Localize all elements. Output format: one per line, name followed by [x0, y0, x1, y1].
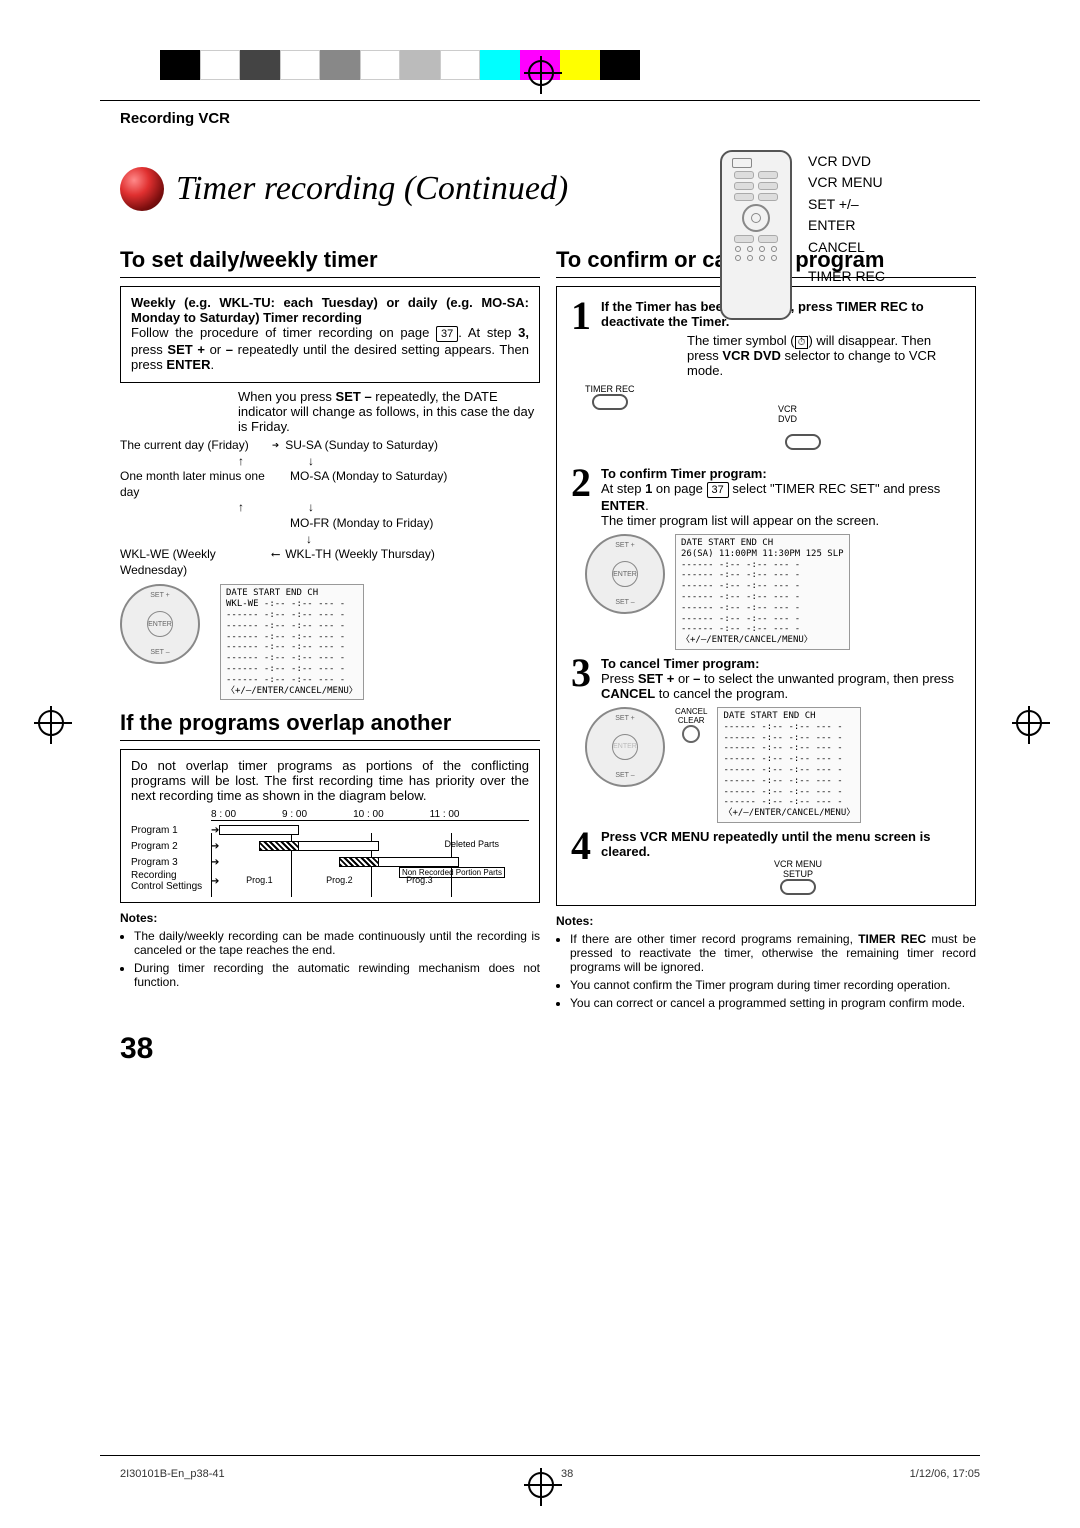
footer-file: 2I30101B-En_p38-41: [120, 1468, 225, 1480]
registration-mark-left: [38, 710, 64, 736]
step2-diagram: SET + SET – ENTER DATE START END CH 26(S…: [585, 534, 965, 650]
follow-text: Follow the procedure of timer recording …: [131, 325, 529, 372]
label-enter: ENTER: [808, 218, 885, 233]
page-number: 38: [120, 1032, 980, 1066]
remote-labels: VCR DVD VCR MENU SET +/– ENTER CANCEL TI…: [808, 154, 885, 290]
label-cancel: CANCEL: [808, 240, 885, 255]
step1-sub: The timer symbol (⏱) will disappear. The…: [687, 333, 965, 378]
display-table-2: DATE START END CH 26(SA) 11:00PM 11:30PM…: [675, 534, 850, 650]
page-ref-37: 37: [436, 326, 458, 342]
crop-line-top: [100, 100, 980, 101]
page-title: Timer recording (Continued): [176, 170, 568, 208]
remote-icon: [720, 150, 792, 320]
overlap-box: Do not overlap timer programs as portion…: [120, 749, 540, 903]
red-sphere-icon: [120, 167, 164, 211]
registration-mark-top: [528, 60, 554, 86]
set-timer-box: Weekly (e.g. WKL-TU: each Tuesday) or da…: [120, 286, 540, 383]
overlap-body: Do not overlap timer programs as portion…: [131, 758, 529, 803]
footer-date: 1/12/06, 17:05: [910, 1468, 980, 1480]
menu-button-icon: [780, 879, 816, 895]
footer-page: 38: [561, 1468, 573, 1480]
vcr-menu-label: VCR MENU SETUP: [631, 859, 965, 895]
crop-line-bottom: [100, 1455, 980, 1456]
page-content: Recording VCR Timer recording (Continued…: [120, 110, 980, 1066]
section-header: Recording VCR: [120, 110, 980, 127]
registration-mark-right: [1016, 710, 1042, 736]
heading-overlap: If the programs overlap another: [120, 710, 540, 741]
step-4: 4 Press VCR MENU repeatedly until the me…: [567, 829, 965, 895]
printer-color-bar: [160, 50, 640, 80]
navpad-icon-3: SET + SET – ENTER: [585, 707, 665, 787]
label-timer-rec: TIMER REC: [808, 269, 885, 284]
heading-set-timer: To set daily/weekly timer: [120, 247, 540, 278]
timer-rec-button-icon: [592, 394, 628, 410]
weekly-lead: Weekly (e.g. WKL-TU: each Tuesday) or da…: [131, 295, 529, 325]
step-3: 3 To cancel Timer program: Press SET + o…: [567, 656, 965, 701]
right-notes: Notes: If there are other timer record p…: [556, 914, 976, 1010]
right-column: To confirm or cancel a program 1 If the …: [556, 237, 976, 1014]
footer: 2I30101B-En_p38-41 38 1/12/06, 17:05: [120, 1468, 980, 1480]
date-flow-diagram: The current day (Friday)➔ SU-SA (Sunday …: [120, 438, 540, 578]
left-column: To set daily/weekly timer Weekly (e.g. W…: [120, 237, 540, 1014]
step1-diagram: TIMER REC VCR DVD: [585, 384, 965, 460]
label-vcr-menu: VCR MENU: [808, 175, 885, 190]
display-table-3: DATE START END CH ------ -:-- -:-- --- -…: [717, 707, 861, 823]
set-minus-note: When you press SET – repeatedly, the DAT…: [238, 389, 540, 434]
overlap-gantt: 8 : 009 : 00 10 : 0011 : 00 Program 1➔ P…: [131, 809, 529, 892]
navpad-icon: SET + SET – ENTER: [120, 584, 200, 664]
display-table-1: DATE START END CH WKL-WE -:-- -:-- --- -…: [220, 584, 364, 700]
confirm-box: 1 If the Timer has been activated, press…: [556, 286, 976, 906]
label-vcr-dvd: VCR DVD: [808, 154, 885, 169]
navpad-icon-2: SET + SET – ENTER: [585, 534, 665, 614]
cancel-button-icon: CANCEL CLEAR: [675, 707, 707, 743]
step-2: 2 To confirm Timer program: At step 1 on…: [567, 466, 965, 528]
step3-diagram: SET + SET – ENTER CANCEL CLEAR DATE STAR…: [585, 707, 965, 823]
label-set: SET +/–: [808, 197, 885, 212]
vcr-dvd-button-icon: [785, 434, 821, 450]
left-notes: Notes: The daily/weekly recording can be…: [120, 911, 540, 989]
